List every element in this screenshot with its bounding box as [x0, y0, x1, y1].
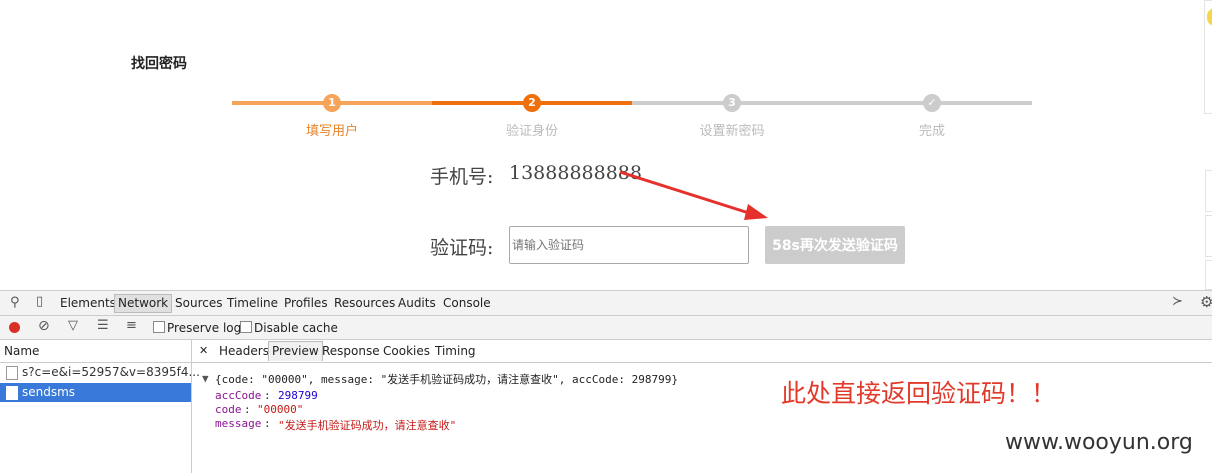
acccode-key: accCode: [215, 389, 262, 402]
acccode-value: 298799: [278, 389, 318, 402]
annotation-text: 此处直接返回验证码！！: [781, 379, 1057, 408]
record-icon[interactable]: [9, 322, 20, 333]
tab-resources[interactable]: Resources: [334, 296, 395, 310]
file-icon: [6, 386, 18, 400]
tab-elements[interactable]: Elements: [60, 296, 116, 310]
overview-icon[interactable]: ≡: [126, 318, 137, 333]
tab-timing[interactable]: Timing: [435, 344, 476, 358]
tab-audits[interactable]: Audits: [398, 296, 436, 310]
disable-cache-checkbox[interactable]: [240, 321, 252, 333]
message-key: message: [215, 417, 262, 430]
code-value: "00000": [257, 403, 304, 416]
tab-timeline[interactable]: Timeline: [227, 296, 278, 310]
device-mode-icon[interactable]: ▯: [36, 294, 43, 309]
preserve-log-checkbox[interactable]: [153, 321, 165, 333]
console-drawer-icon[interactable]: ≻: [1172, 294, 1183, 309]
expand-triangle-icon[interactable]: ▼: [202, 372, 209, 385]
disable-cache-label: Disable cache: [254, 321, 338, 335]
list-view-icon[interactable]: ☰: [97, 318, 109, 333]
network-toolbar: ⊘ ▽ ☰ ≡ Preserve log Disable cache: [0, 316, 1212, 340]
tab-console[interactable]: Console: [443, 296, 491, 310]
detail-tabbar: ✕ Headers Preview Response Cookies Timin…: [192, 340, 1212, 363]
message-value: "发送手机验证码成功，请注意查收": [278, 419, 457, 432]
tab-headers[interactable]: Headers: [219, 344, 269, 358]
tab-network[interactable]: Network: [114, 294, 173, 313]
arrow-head-button: [744, 204, 768, 220]
filter-icon[interactable]: ▽: [68, 318, 78, 333]
request-list: Name s?c=e&i=52957&v=8395f4... sendsms: [0, 340, 200, 473]
devtools-tabbar: ⚲ ▯ Elements Network Sources Timeline Pr…: [0, 291, 1212, 316]
request-row-selected[interactable]: sendsms: [0, 383, 191, 402]
tab-sources[interactable]: Sources: [175, 296, 222, 310]
tab-cookies[interactable]: Cookies: [383, 344, 430, 358]
acccode-colon: :: [264, 389, 271, 402]
arrow-to-button: [619, 170, 753, 216]
code-key: code: [215, 403, 242, 416]
name-header-label: Name: [4, 344, 40, 358]
code-colon: :: [244, 403, 251, 416]
file-icon: [6, 366, 18, 380]
clear-icon[interactable]: ⊘: [38, 318, 50, 334]
preview-summary: {code: "00000", message: "发送手机验证码成功，请注意查…: [215, 373, 679, 386]
watermark: www.wooyun.org: [1005, 430, 1193, 455]
message-colon: :: [264, 417, 271, 430]
close-icon[interactable]: ✕: [199, 344, 208, 357]
request-row[interactable]: s?c=e&i=52957&v=8395f4...: [0, 363, 200, 382]
name-column-header[interactable]: Name: [0, 340, 191, 363]
tab-profiles[interactable]: Profiles: [284, 296, 328, 310]
gear-icon[interactable]: ⚙: [1200, 293, 1212, 311]
request-name: s?c=e&i=52957&v=8395f4...: [22, 365, 200, 379]
search-icon[interactable]: ⚲: [10, 295, 20, 310]
tab-response[interactable]: Response: [322, 344, 380, 358]
tab-preview[interactable]: Preview: [268, 341, 323, 361]
request-name: sendsms: [22, 385, 76, 399]
preserve-log-label: Preserve log: [167, 321, 242, 335]
